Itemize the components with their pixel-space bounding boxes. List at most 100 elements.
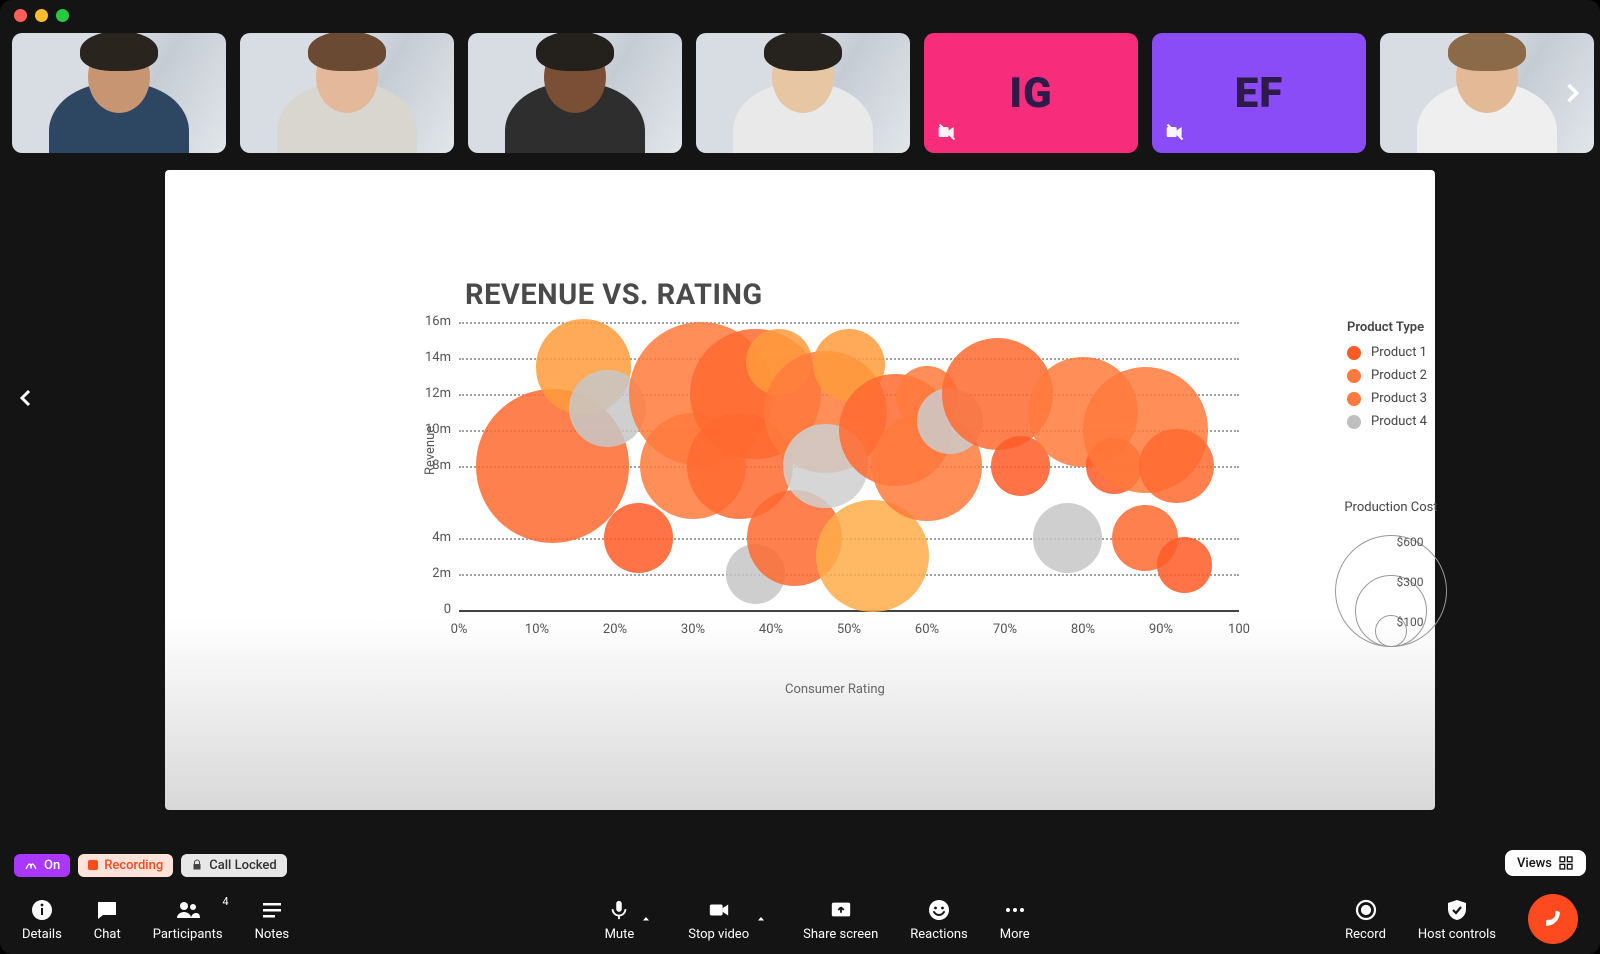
shared-content-area: REVENUE VS. RATING Revenue Consumer Rati… — [0, 156, 1600, 846]
record-icon — [88, 860, 98, 870]
info-icon — [29, 897, 55, 923]
toolbar: Details Chat 4 Participants Notes — [0, 884, 1600, 954]
size-legend-title: Production Cost — [1331, 500, 1451, 515]
chart-title: REVENUE VS. RATING — [465, 278, 763, 312]
participant-tile[interactable] — [468, 33, 682, 153]
x-tick: 100 — [1216, 622, 1262, 637]
mute-button[interactable]: Mute — [605, 897, 635, 942]
participant-tile[interactable]: EF — [1152, 33, 1366, 153]
y-tick: 14m — [391, 350, 451, 365]
chart-legend: Product Type Product 1 Product 2 Product 3… — [1347, 320, 1427, 437]
video-thumbnail — [696, 33, 910, 153]
chart-xlabel: Consumer Rating — [785, 682, 885, 697]
ai-status-pill[interactable]: On — [14, 854, 70, 877]
notes-button[interactable]: Notes — [255, 897, 290, 942]
mute-options-caret[interactable] — [636, 907, 656, 931]
legend-item: Product 3 — [1347, 391, 1427, 406]
chart-bubble — [1157, 537, 1213, 593]
x-tick: 30% — [670, 622, 716, 637]
video-icon — [706, 897, 732, 923]
share-icon — [828, 897, 854, 923]
size-legend: Production Cost $600$300$100 — [1331, 500, 1451, 647]
participant-tile[interactable]: IG — [924, 33, 1138, 153]
x-tick: 0% — [436, 622, 482, 637]
stop-video-button[interactable]: Stop video — [688, 897, 749, 942]
ai-status-label: On — [44, 858, 60, 873]
lock-label: Call Locked — [209, 858, 276, 873]
mic-icon — [606, 897, 632, 923]
size-legend-label: $600 — [1350, 535, 1470, 549]
legend-title: Product Type — [1347, 320, 1427, 335]
chart-bubble — [1139, 429, 1214, 504]
record-circle-icon — [1353, 897, 1379, 923]
video-options-caret[interactable] — [751, 907, 771, 931]
more-button[interactable]: More — [1000, 897, 1030, 942]
people-icon — [175, 897, 201, 923]
participants-count: 4 — [222, 895, 228, 908]
x-tick: 60% — [904, 622, 950, 637]
participants-button[interactable]: 4 Participants — [153, 897, 223, 942]
avatar-initials: IG — [1009, 69, 1052, 118]
y-tick: 10m — [391, 422, 451, 437]
x-tick: 50% — [826, 622, 872, 637]
details-button[interactable]: Details — [22, 897, 62, 942]
x-tick: 70% — [982, 622, 1028, 637]
x-tick: 80% — [1060, 622, 1106, 637]
legend-item: Product 1 — [1347, 345, 1427, 360]
legend-item: Product 2 — [1347, 368, 1427, 383]
toolbar-right: Record Host controls — [1345, 894, 1578, 944]
titlebar — [0, 0, 1600, 30]
reactions-button[interactable]: Reactions — [910, 897, 968, 942]
grid-icon — [1558, 855, 1574, 871]
y-tick: 8m — [391, 458, 451, 473]
video-thumbnail — [12, 33, 226, 153]
legend-item: Product 4 — [1347, 414, 1427, 429]
views-label: Views — [1517, 856, 1552, 871]
more-icon — [1002, 897, 1028, 923]
x-tick: 90% — [1138, 622, 1184, 637]
call-locked-pill[interactable]: Call Locked — [181, 854, 286, 877]
chart-bubble — [604, 503, 673, 572]
share-screen-button[interactable]: Share screen — [803, 897, 878, 942]
participant-strip: IG EF — [0, 30, 1600, 156]
shield-icon — [1444, 897, 1470, 923]
chart-bubble — [1033, 503, 1102, 572]
phone-down-icon — [1540, 906, 1566, 932]
minimize-window-button[interactable] — [35, 9, 48, 22]
camera-off-icon — [1162, 119, 1188, 145]
record-button[interactable]: Record — [1345, 897, 1386, 942]
bubble-chart: 02m4m8m10m12m14m16m0%10%20%30%40%50%60%7… — [459, 322, 1279, 642]
toolbar-center: Mute Stop video Share screen — [605, 897, 1030, 942]
participant-tile[interactable] — [696, 33, 910, 153]
recording-label: Recording — [104, 858, 163, 873]
avatar-initials: EF — [1235, 69, 1283, 118]
video-thumbnail — [240, 33, 454, 153]
notes-icon — [259, 897, 285, 923]
smile-icon — [926, 897, 952, 923]
scroll-participants-left[interactable] — [4, 376, 48, 420]
host-controls-button[interactable]: Host controls — [1418, 897, 1496, 942]
presentation-slide: REVENUE VS. RATING Revenue Consumer Rati… — [165, 170, 1435, 810]
end-call-button[interactable] — [1528, 894, 1578, 944]
views-button[interactable]: Views — [1505, 850, 1586, 876]
chat-button[interactable]: Chat — [94, 897, 121, 942]
status-bar: On Recording Call Locked Views — [0, 846, 1600, 884]
close-window-button[interactable] — [14, 9, 27, 22]
y-tick: 12m — [391, 386, 451, 401]
y-tick: 2m — [391, 566, 451, 581]
participant-tile[interactable] — [240, 33, 454, 153]
maximize-window-button[interactable] — [56, 9, 69, 22]
footer: On Recording Call Locked Views Details — [0, 846, 1600, 954]
recording-status-pill[interactable]: Recording — [78, 854, 173, 877]
video-thumbnail — [468, 33, 682, 153]
app-window: IG EF — [0, 0, 1600, 954]
x-tick: 10% — [514, 622, 560, 637]
chat-icon — [94, 897, 120, 923]
participant-tile[interactable] — [12, 33, 226, 153]
toolbar-left: Details Chat 4 Participants Notes — [22, 897, 289, 942]
scroll-participants-right[interactable] — [1550, 71, 1594, 115]
size-legend-label: $300 — [1350, 575, 1470, 589]
camera-off-icon — [934, 119, 960, 145]
x-tick: 40% — [748, 622, 794, 637]
y-tick: 16m — [391, 314, 451, 329]
